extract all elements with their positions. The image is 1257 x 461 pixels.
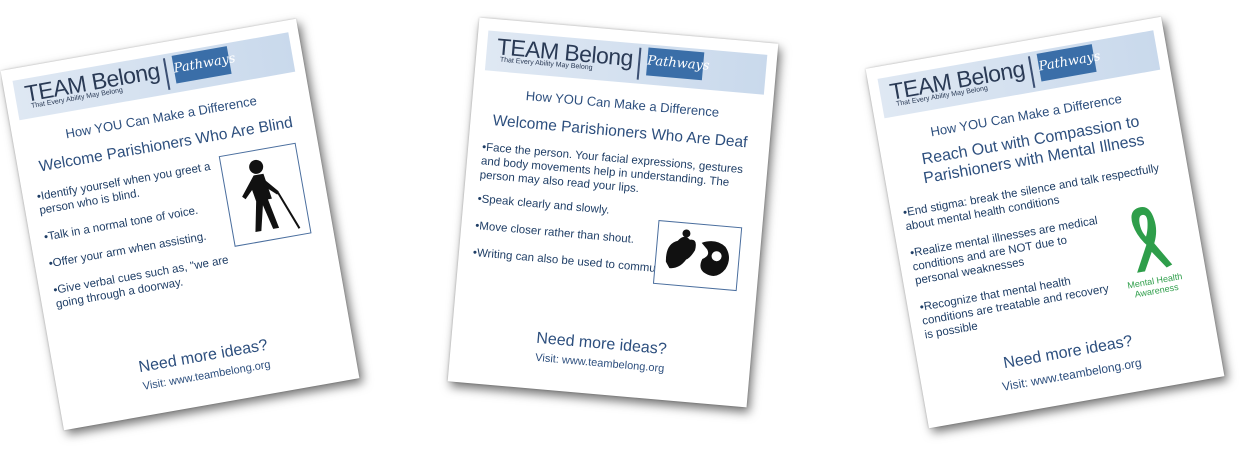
green-awareness-ribbon-icon xyxy=(1115,197,1177,277)
team-belong-logo: TEAM Belong That Every Ability May Belon… xyxy=(22,57,162,110)
header-divider xyxy=(1027,56,1036,88)
blind-person-with-cane-icon xyxy=(218,142,312,247)
tips-list: End stigma: break the silence and talk r… xyxy=(902,162,1160,355)
pathways-logo: Pathways xyxy=(1036,44,1102,82)
pathways-logo: Pathways xyxy=(171,46,237,84)
tips-list: Identify yourself when you greet a perso… xyxy=(36,159,237,324)
header-divider xyxy=(636,47,642,80)
flyer-card-deaf: TEAM Belong That Every Ability May Belon… xyxy=(447,17,779,408)
pathways-logo: Pathways xyxy=(646,47,710,81)
team-belong-logo: TEAM Belong That Every Ability May Belon… xyxy=(495,33,635,72)
sign-language-hands-icon xyxy=(652,219,743,292)
flyer-card-mental-illness: TEAM Belong That Every Ability May Belon… xyxy=(865,16,1225,429)
header-divider xyxy=(162,58,171,90)
flyer-header: TEAM Belong That Every Ability May Belon… xyxy=(484,30,768,95)
team-belong-logo: TEAM Belong That Every Ability May Belon… xyxy=(887,55,1027,108)
flyer-card-blind: TEAM Belong That Every Ability May Belon… xyxy=(0,18,360,431)
